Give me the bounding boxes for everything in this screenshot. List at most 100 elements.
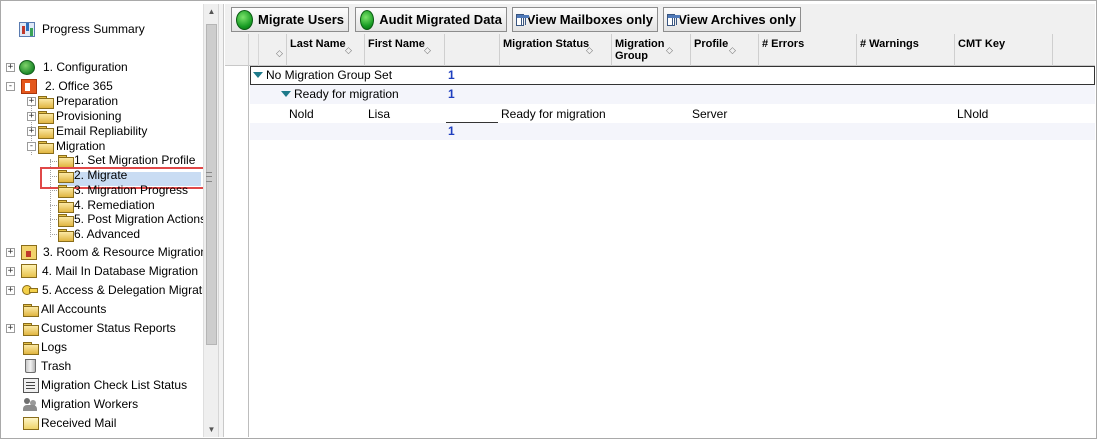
users-grid: ◇ Last Name ◇ First Name ◇ Migration Sta…	[225, 34, 1095, 437]
header-warnings[interactable]: # Warnings	[857, 34, 955, 66]
tree-item-label: Logs	[41, 340, 68, 354]
expand-plus-icon[interactable]: +	[6, 63, 15, 72]
header-cmt-key[interactable]: CMT Key	[955, 34, 1053, 66]
cell-migration-status: Ready for migration	[501, 107, 606, 121]
header-migration-group[interactable]: Migration Group ◇	[612, 34, 691, 66]
subgroup-count: 1	[448, 87, 455, 101]
migrate-users-button[interactable]: Migrate Users	[231, 7, 349, 32]
tree-scrollbar[interactable]: ▲ ▼	[203, 4, 218, 437]
collapse-minus-icon[interactable]: -	[27, 142, 36, 151]
folder-icon	[23, 303, 39, 317]
header-blank	[249, 34, 259, 66]
sort-icon: ◇	[666, 45, 673, 55]
cell-cmt-key: LNold	[957, 107, 989, 121]
tree-item-label: Progress Summary	[42, 22, 145, 36]
view-mailboxes-only-button[interactable]: View Mailboxes only	[512, 7, 658, 32]
audit-migrated-data-button[interactable]: Audit Migrated Data	[355, 7, 507, 32]
tree-item-label: Customer Status Reports	[41, 321, 176, 335]
tree-item-progress-summary[interactable]: Progress Summary	[19, 20, 145, 38]
summary-row: 1	[250, 123, 1095, 140]
header-row-indicator	[225, 34, 249, 66]
expand-plus-icon[interactable]: +	[6, 248, 15, 257]
tree-item-advanced[interactable]: 6. Advanced	[58, 225, 140, 243]
subgroup-row[interactable]: Ready for migration 1	[250, 85, 1095, 104]
group-row[interactable]: No Migration Group Set 1	[250, 66, 1095, 85]
tree-item-migration-workers[interactable]: Migration Workers	[23, 395, 138, 413]
header-label: Last Name	[290, 38, 346, 50]
workers-icon	[23, 397, 39, 412]
header-migration-status[interactable]: Migration Status ◇	[500, 34, 612, 66]
header-label: First Name	[368, 38, 425, 50]
view-archives-only-label: View Archives only	[678, 12, 796, 27]
grid-view-icon	[516, 13, 529, 26]
header-sort-blank[interactable]: ◇	[259, 34, 287, 66]
tree-item-label: Trash	[41, 359, 72, 373]
grid-header: ◇ Last Name ◇ First Name ◇ Migration Sta…	[225, 34, 1095, 66]
tree-item-label: 3. Room & Resource Migration	[43, 245, 203, 259]
folder-icon	[58, 213, 74, 227]
sort-icon: ◇	[424, 45, 431, 55]
expand-plus-icon[interactable]: +	[6, 267, 15, 276]
tree-item-label: Received Mail	[41, 416, 117, 430]
scrollbar-thumb[interactable]	[206, 24, 217, 345]
folder-icon	[58, 184, 74, 198]
mail-icon	[23, 416, 39, 430]
panel-splitter[interactable]	[218, 4, 224, 437]
tree-item-received-mail[interactable]: Received Mail	[23, 414, 116, 432]
collapse-triangle-icon[interactable]	[253, 72, 263, 78]
group-count: 1	[448, 68, 455, 82]
splitter-grip-icon[interactable]	[206, 172, 212, 182]
header-blank-column[interactable]	[445, 34, 500, 66]
tree-item-trash[interactable]: Trash	[23, 357, 71, 375]
tree-item-configuration[interactable]: 1. Configuration	[19, 58, 128, 76]
tree-item-customer-status-reports[interactable]: Customer Status Reports	[23, 319, 176, 337]
group-name: No Migration Group Set	[266, 68, 393, 82]
collapse-minus-icon[interactable]: -	[6, 82, 15, 91]
header-profile[interactable]: Profile ◇	[691, 34, 759, 66]
tree-item-mail-in-database-migration[interactable]: 4. Mail In Database Migration	[21, 262, 198, 280]
subgroup-row-label: Ready for migration	[281, 87, 399, 101]
tree-item-migration-check-list-status[interactable]: Migration Check List Status	[23, 376, 187, 394]
folder-icon	[23, 341, 39, 355]
notes-icon	[21, 264, 37, 278]
expand-plus-icon[interactable]: +	[27, 112, 36, 121]
cell-first-name: Lisa	[368, 107, 391, 121]
view-archives-only-button[interactable]: View Archives only	[663, 7, 801, 32]
migrate-users-label: Migrate Users	[258, 12, 344, 27]
header-label: Migration Status	[503, 38, 590, 50]
tree-item-access-delegation-migration[interactable]: 5. Access & Delegation Migrati	[21, 281, 203, 299]
sort-icon: ◇	[276, 48, 283, 58]
room-icon	[21, 244, 37, 260]
cell-profile: Server	[692, 107, 728, 121]
sort-icon: ◇	[586, 45, 593, 55]
scroll-down-arrow-icon[interactable]: ▼	[204, 422, 219, 437]
expand-plus-icon[interactable]: +	[6, 324, 15, 333]
expand-plus-icon[interactable]: +	[27, 97, 36, 106]
header-label: CMT Key	[958, 38, 1006, 50]
expand-plus-icon[interactable]: +	[6, 286, 15, 295]
expand-plus-icon[interactable]: +	[27, 127, 36, 136]
tree-item-label: Migration Check List Status	[41, 378, 188, 392]
folder-icon	[58, 228, 74, 242]
table-row[interactable]: Nold Lisa Ready for migration Server LNo…	[250, 104, 1095, 123]
tree-item-label: 1. Configuration	[43, 60, 128, 74]
tree-item-all-accounts[interactable]: All Accounts	[23, 300, 106, 318]
toolbar: Migrate Users Audit Migrated Data View M…	[225, 4, 1095, 34]
header-label: # Errors	[762, 38, 805, 50]
audit-migrated-data-label: Audit Migrated Data	[379, 12, 502, 27]
trash-icon	[25, 359, 36, 373]
header-last-name[interactable]: Last Name ◇	[287, 34, 365, 66]
scroll-up-arrow-icon[interactable]: ▲	[204, 4, 219, 19]
header-errors[interactable]: # Errors	[759, 34, 857, 66]
office-icon	[21, 78, 37, 94]
grid-view-icon	[667, 13, 681, 26]
tree-item-logs[interactable]: Logs	[23, 338, 67, 356]
tree-item-room-resource-migration[interactable]: 3. Room & Resource Migration	[21, 243, 203, 261]
header-first-name[interactable]: First Name ◇	[365, 34, 445, 66]
green-circle-icon	[360, 9, 375, 30]
chart-icon	[19, 21, 35, 37]
collapse-triangle-icon[interactable]	[281, 91, 291, 97]
green-circle-icon	[236, 9, 254, 30]
tree-item-label: 5. Access & Delegation Migrati	[42, 283, 203, 297]
header-label: Profile	[694, 38, 729, 50]
